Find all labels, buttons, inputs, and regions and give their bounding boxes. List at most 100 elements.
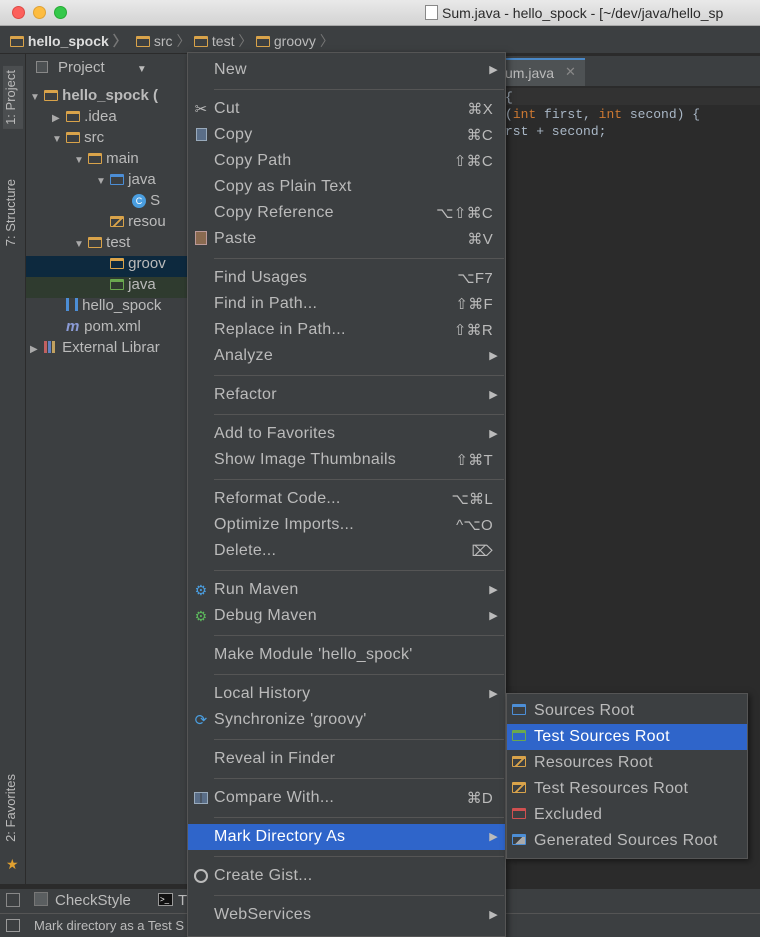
menu-item-find-usages[interactable]: Find Usages ⌥F7	[188, 265, 505, 291]
menu-item-compare-with[interactable]: Compare With... ⌘D	[188, 785, 505, 811]
menu-item-refactor[interactable]: Refactor ▶	[188, 382, 505, 408]
menu-item-debug-maven[interactable]: ⚙ Debug Maven ▶	[188, 603, 505, 629]
menu-item-synchronize-groovy[interactable]: ⟳ Synchronize 'groovy'	[188, 707, 505, 733]
submenu-item-label: Generated Sources Root	[534, 832, 718, 849]
menu-item-paste[interactable]: Paste ⌘V	[188, 226, 505, 252]
tree-node-main[interactable]: ▼ main	[30, 148, 188, 169]
tree-node-hello-spock[interactable]: ▼ hello_spock (	[30, 85, 188, 106]
submenu-item-label: Sources Root	[534, 702, 635, 719]
menu-item-local-history[interactable]: Local History ▶	[188, 681, 505, 707]
tree-node-hello-spock[interactable]: hello_spock	[30, 295, 188, 316]
breadcrumb-item-src[interactable]: src 〉	[136, 31, 190, 51]
expand-arrow-icon[interactable]: ▼	[96, 171, 110, 192]
menu-item-analyze[interactable]: Analyze ▶	[188, 343, 505, 369]
breadcrumb-item-test[interactable]: test 〉	[194, 31, 252, 51]
tree-node-label: .idea	[80, 108, 117, 125]
editor-tab-sum-java[interactable]: um.java ✕	[505, 58, 585, 86]
menu-item-delete[interactable]: Delete... ⌦	[188, 538, 505, 564]
menu-item-label: Analyze	[214, 347, 274, 364]
terminal-tab[interactable]: T	[178, 892, 187, 909]
tree-node-src[interactable]: ▼ src	[30, 127, 188, 148]
close-tab-icon[interactable]: ✕	[565, 64, 576, 80]
tree-node-label: java	[124, 171, 156, 188]
folder-icon	[66, 111, 80, 122]
tree-node-idea[interactable]: ▶ .idea	[30, 106, 188, 127]
expand-arrow-icon[interactable]: ▶	[52, 108, 66, 129]
expand-arrow-icon[interactable]: ▼	[74, 234, 88, 255]
menu-item-show-image-thumbnails[interactable]: Show Image Thumbnails ⇧⌘T	[188, 447, 505, 473]
expand-arrow-icon[interactable]: ▼	[30, 87, 44, 108]
submenu-arrow-icon: ▶	[489, 831, 498, 843]
status-toggle-icon[interactable]	[6, 919, 20, 932]
close-window-button[interactable]	[12, 6, 25, 19]
menu-item-make-module-hello-spock[interactable]: Make Module 'hello_spock'	[188, 642, 505, 668]
menu-item-mark-directory-as[interactable]: Mark Directory As ▶	[188, 824, 505, 850]
tree-node-groov[interactable]: groov	[30, 253, 188, 274]
menu-item-reformat-code[interactable]: Reformat Code... ⌥⌘L	[188, 486, 505, 512]
project-tool-tab[interactable]: 1: Project	[3, 66, 23, 129]
submenu-arrow-icon: ▶	[489, 389, 498, 401]
submenu-item-test-resources-root[interactable]: Test Resources Root	[507, 776, 747, 802]
tree-node-java[interactable]: java	[30, 274, 188, 295]
code-line-1[interactable]: {	[505, 90, 513, 105]
tree-node-s[interactable]: C S	[30, 190, 188, 211]
compare-icon	[192, 789, 210, 807]
minimize-window-button[interactable]	[33, 6, 46, 19]
tool-window-toggle-icon[interactable]	[6, 893, 20, 907]
menu-item-label: Cut	[214, 100, 240, 117]
menu-item-copy-path[interactable]: Copy Path ⇧⌘C	[188, 148, 505, 174]
tree-node-resou[interactable]: resou	[30, 211, 188, 232]
menu-item-copy-reference[interactable]: Copy Reference ⌥⇧⌘C	[188, 200, 505, 226]
submenu-arrow-icon: ▶	[489, 584, 498, 596]
editor-tab-bar: um.java ✕	[505, 56, 760, 86]
menu-item-copy-as-plain-text[interactable]: Copy as Plain Text	[188, 174, 505, 200]
menu-item-label: Delete...	[214, 542, 277, 559]
zoom-window-button[interactable]	[54, 6, 67, 19]
copy-icon	[192, 126, 210, 144]
menu-item-new[interactable]: New ▶	[188, 57, 505, 83]
tree-node-test[interactable]: ▼ test	[30, 232, 188, 253]
sources-root-folder-icon	[512, 704, 526, 715]
menu-item-run-maven[interactable]: ⚙ Run Maven ▶	[188, 577, 505, 603]
structure-tool-tab[interactable]: 7: Structure	[3, 179, 23, 246]
menu-item-label: Make Module 'hello_spock'	[214, 646, 413, 663]
menu-item-shortcut: ⌦	[471, 543, 493, 560]
expand-arrow-icon[interactable]: ▼	[74, 150, 88, 171]
github-icon	[192, 867, 210, 885]
code-line-2[interactable]: (int first, int second) {	[505, 107, 700, 122]
breadcrumb-item-groovy[interactable]: groovy 〉	[256, 31, 334, 51]
editor-tab-label: um.java	[505, 65, 555, 81]
breadcrumb-item-project[interactable]: hello_spock 〉	[10, 31, 127, 51]
code-line-3[interactable]: rst + second;	[505, 124, 606, 139]
menu-item-label: Local History	[214, 685, 311, 702]
submenu-item-resources-root[interactable]: Resources Root	[507, 750, 747, 776]
tree-node-pom-xml[interactable]: m pom.xml	[30, 316, 188, 337]
tree-node-external-librar[interactable]: ▶ External Librar	[30, 337, 188, 358]
menu-item-replace-in-path[interactable]: Replace in Path... ⇧⌘R	[188, 317, 505, 343]
menu-item-add-to-favorites[interactable]: Add to Favorites ▶	[188, 421, 505, 447]
menu-item-copy[interactable]: Copy ⌘C	[188, 122, 505, 148]
favorites-tool-tab[interactable]: 2: Favorites	[3, 774, 23, 842]
menu-item-webservices[interactable]: WebServices ▶	[188, 902, 505, 928]
submenu-item-excluded[interactable]: Excluded	[507, 802, 747, 828]
tree-node-java[interactable]: ▼ java	[30, 169, 188, 190]
menu-item-find-in-path[interactable]: Find in Path... ⇧⌘F	[188, 291, 505, 317]
menu-item-create-gist[interactable]: Create Gist...	[188, 863, 505, 889]
menu-separator	[214, 895, 504, 896]
submenu-item-sources-root[interactable]: Sources Root	[507, 698, 747, 724]
expand-arrow-icon[interactable]: ▶	[30, 339, 44, 358]
menu-item-optimize-imports[interactable]: Optimize Imports... ^⌥O	[188, 512, 505, 538]
menu-separator	[214, 856, 504, 857]
tree-node-label: S	[146, 192, 161, 209]
project-view-selector[interactable]: Project ▼	[58, 59, 147, 76]
tree-node-label: External Librar	[58, 339, 160, 356]
submenu-item-test-sources-root[interactable]: Test Sources Root	[507, 724, 747, 750]
tree-node-label: test	[102, 234, 131, 251]
menu-item-cut[interactable]: ✂ Cut ⌘X	[188, 96, 505, 122]
checkstyle-tab[interactable]: CheckStyle	[55, 892, 131, 909]
menu-separator	[214, 414, 504, 415]
menu-item-reveal-in-finder[interactable]: Reveal in Finder	[188, 746, 505, 772]
menu-item-label: Show Image Thumbnails	[214, 451, 397, 468]
submenu-item-generated-sources-root[interactable]: Generated Sources Root	[507, 828, 747, 854]
expand-arrow-icon[interactable]: ▼	[52, 129, 66, 150]
